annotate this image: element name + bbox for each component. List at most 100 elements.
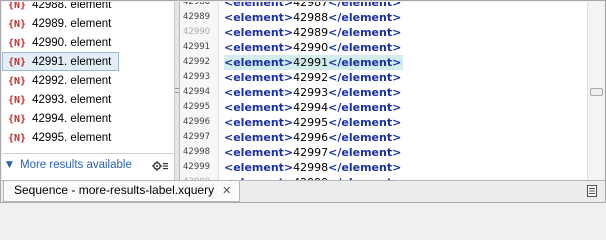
open-tag: <element>	[224, 26, 294, 39]
code-text: <element>42993</element>	[224, 85, 401, 100]
open-tag: <element>	[224, 2, 294, 9]
close-tag: </element>	[328, 11, 402, 24]
open-tag: <element>	[224, 71, 294, 84]
line-number: 42997	[183, 132, 211, 142]
gear-list-icon[interactable]	[152, 160, 168, 172]
code-line: 42991 <element>42990</element>	[180, 40, 584, 55]
vertical-scrollbar[interactable]	[587, 2, 604, 180]
node-type-badge: {N}	[8, 57, 27, 68]
line-number: 42992	[183, 57, 211, 67]
close-tag: </element>	[328, 56, 402, 69]
element-value: 42994	[293, 101, 329, 114]
open-tag: <element>	[224, 101, 294, 114]
node-type-badge: {N}	[8, 133, 27, 144]
close-tag: </element>	[328, 101, 402, 114]
list-item-label: 42995. element	[32, 132, 112, 144]
element-value: 42990	[293, 41, 329, 54]
code-text: <element>42994</element>	[224, 100, 401, 115]
node-type-badge: {N}	[8, 95, 27, 106]
code-text: <element>42990</element>	[224, 40, 401, 55]
line-number: 42990	[183, 27, 211, 37]
element-value: 42995	[293, 116, 329, 129]
close-icon[interactable]: ✕	[222, 185, 231, 197]
element-value: 42992	[293, 71, 329, 84]
close-tag: </element>	[328, 161, 402, 174]
list-item[interactable]: {N} 42992. element	[2, 71, 174, 90]
node-type-badge: {N}	[8, 2, 27, 11]
more-results-bar: ▼ More results available	[2, 153, 174, 180]
list-item-label: 42992. element	[32, 75, 112, 87]
list-item[interactable]: {N} 42990. element	[2, 33, 174, 52]
element-value: 42988	[293, 11, 329, 24]
code-line: 42999 <element>42998</element>	[180, 160, 584, 175]
splitter-grip[interactable]	[175, 88, 179, 93]
element-value: 42987	[293, 2, 329, 9]
line-number: 42989	[183, 12, 211, 22]
code-line: 42990 <element>42989</element>	[180, 25, 584, 40]
code-line: 42989 <element>42988</element>	[180, 10, 584, 25]
results-view: {N} 42988. element {N} 42989. element {N} 429…	[0, 0, 606, 203]
code-text: <element>42992</element>	[224, 70, 401, 85]
list-item-label: 42991. element	[32, 56, 112, 68]
open-tag: <element>	[224, 86, 294, 99]
line-number: 42998	[183, 147, 211, 157]
code-text: <element>42991</element>	[224, 55, 404, 70]
line-number: 42993	[183, 72, 211, 82]
tab-label: Sequence - more-results-label.xquery	[14, 183, 215, 197]
close-tag: </element>	[328, 2, 402, 9]
open-tag: <element>	[224, 41, 294, 54]
results-list-pane: {N} 42988. element {N} 42989. element {N} 429…	[2, 2, 175, 180]
node-type-badge: {N}	[8, 76, 27, 87]
close-tag: </element>	[328, 26, 402, 39]
code-text: <element>42995</element>	[224, 115, 401, 130]
code-text: <element>42989</element>	[224, 25, 401, 40]
scrollbar-thumb[interactable]	[590, 88, 603, 96]
element-value: 42989	[293, 26, 329, 39]
code-line: 42992 <element>42991</element>	[180, 55, 584, 70]
double-chevron-down-icon: ▼	[6, 160, 13, 170]
open-tag: <element>	[224, 11, 294, 24]
node-type-badge: {N}	[8, 19, 27, 30]
node-type-badge: {N}	[8, 114, 27, 125]
element-value: 42991	[293, 56, 329, 69]
tab-sequence[interactable]: Sequence - more-results-label.xquery ✕	[3, 181, 241, 202]
code-text: <element>42997</element>	[224, 145, 401, 160]
line-number: 42994	[183, 87, 211, 97]
editor-tab-bar: Sequence - more-results-label.xquery ✕	[1, 180, 605, 202]
open-tag: <element>	[224, 131, 294, 144]
list-item[interactable]: {N} 42991. element	[2, 52, 119, 71]
code-line: 42997 <element>42996</element>	[180, 130, 584, 145]
list-item[interactable]: {N} 42994. element	[2, 109, 174, 128]
node-type-badge: {N}	[8, 38, 27, 49]
code-line: 42988 <element>42987</element>	[180, 2, 584, 10]
close-tag: </element>	[328, 71, 402, 84]
close-tag: </element>	[328, 86, 402, 99]
code-text: <element>42988</element>	[224, 10, 401, 25]
open-tag: <element>	[224, 56, 294, 69]
open-tag: <element>	[224, 116, 294, 129]
list-item[interactable]: {N} 42995. element	[2, 128, 174, 147]
element-value: 42997	[293, 146, 329, 159]
element-value: 42996	[293, 131, 329, 144]
list-item-label: 42988. element	[32, 2, 112, 11]
code-line: 42996 <element>42995</element>	[180, 115, 584, 130]
line-number: 42996	[183, 117, 211, 127]
close-tag: </element>	[328, 41, 402, 54]
list-item[interactable]: {N} 42989. element	[2, 14, 174, 33]
list-item-label: 42989. element	[32, 18, 112, 30]
code-line: 42998 <element>42997</element>	[180, 145, 584, 160]
open-tag: <element>	[224, 146, 294, 159]
line-number: 42988	[183, 2, 211, 7]
element-value: 42998	[293, 161, 329, 174]
open-tag: <element>	[224, 161, 294, 174]
list-item-label: 42990. element	[32, 37, 112, 49]
code-text: <element>42998</element>	[224, 160, 401, 175]
list-item-label: 42994. element	[32, 113, 112, 125]
list-item[interactable]: {N} 42988. element	[2, 2, 174, 14]
tab-list-menu-icon[interactable]	[587, 185, 597, 197]
list-item[interactable]: {N} 42993. element	[2, 90, 174, 109]
list-item-label: 42993. element	[32, 94, 112, 106]
code-area[interactable]: 42988 <element>42987</element> 42989 <eleme…	[180, 2, 584, 180]
more-results-link[interactable]: More results available	[20, 159, 132, 171]
code-line: 42995 <element>42994</element>	[180, 100, 584, 115]
